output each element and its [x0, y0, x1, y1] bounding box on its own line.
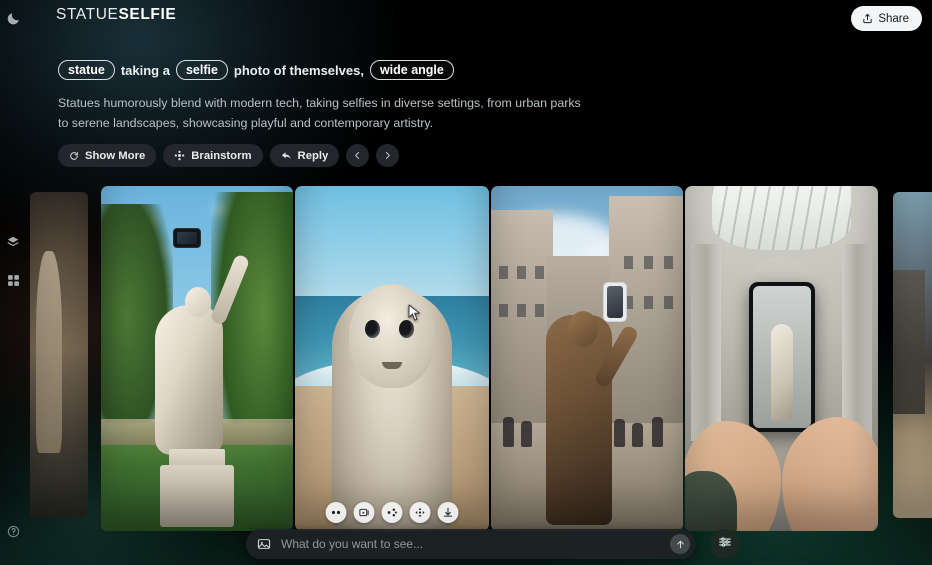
app-root: STATUESELFIE Share statue taking a selfi…: [0, 0, 932, 565]
gallery-item-1[interactable]: [101, 186, 293, 531]
help-question-icon[interactable]: [3, 521, 23, 541]
share-upload-icon: [862, 13, 873, 24]
next-button[interactable]: [376, 144, 399, 167]
gallery-edge-right[interactable]: [893, 192, 932, 518]
prompt-block: statue taking a selfie photo of themselv…: [58, 60, 658, 133]
grid-icon[interactable]: [3, 270, 23, 290]
gallery-item-2[interactable]: [295, 186, 489, 531]
gallery-edge-left[interactable]: [30, 192, 88, 518]
brand-wordmark: STATUESELFIE: [56, 6, 176, 24]
prompt-text-2: photo of themselves,: [228, 64, 370, 77]
download-arrow-icon: [443, 507, 454, 518]
animate-button[interactable]: [354, 502, 375, 523]
settings-button[interactable]: [710, 529, 740, 559]
variations-nodes-icon: [387, 507, 398, 518]
bronze-statue-selfie-city-square: [491, 186, 683, 531]
reply-button[interactable]: Reply: [270, 144, 340, 167]
moon-logo-icon[interactable]: [3, 8, 23, 28]
statue-selfie-beach-fisheye: [295, 186, 489, 531]
prompt-chip-wide-angle[interactable]: wide angle: [370, 60, 454, 80]
next-row-city-street: [893, 192, 932, 518]
image-hover-toolbar: [326, 502, 459, 523]
image-attach-icon[interactable]: [257, 537, 271, 551]
prompt-text-1: taking a: [115, 64, 176, 77]
composer-bar: [246, 529, 696, 559]
prompt-chip-selfie[interactable]: selfie: [176, 60, 228, 80]
brand-light-text: STATUE: [56, 6, 118, 23]
previous-row-statue-gallery: [30, 192, 88, 518]
video-frame-icon: [359, 507, 370, 518]
sliders-icon: [718, 535, 732, 554]
brainstorm-button[interactable]: Brainstorm: [163, 144, 262, 167]
museum-phone-statue-david: [685, 186, 878, 531]
search-input[interactable]: [281, 537, 660, 551]
prev-button[interactable]: [346, 144, 369, 167]
download-button[interactable]: [438, 502, 459, 523]
share-button[interactable]: Share: [851, 6, 922, 31]
gallery-item-3[interactable]: [491, 186, 683, 531]
show-more-label: Show More: [85, 150, 145, 162]
action-bar: Show More Brainstorm Reply: [58, 144, 399, 167]
prompt-chip-statue[interactable]: statue: [58, 60, 115, 80]
chevron-right-icon: [383, 151, 392, 160]
reply-arrow-icon: [281, 150, 292, 161]
prompt-line: statue taking a selfie photo of themselv…: [58, 60, 658, 80]
marble-statue-selfie-park: [101, 186, 293, 531]
page-title: STATUESELFIE: [56, 6, 176, 24]
refresh-icon: [69, 151, 79, 161]
cluster-nodes-icon: [174, 150, 185, 161]
expand-button[interactable]: [410, 502, 431, 523]
share-button-label: Share: [878, 13, 909, 25]
send-button[interactable]: [670, 534, 690, 554]
variations-button[interactable]: [382, 502, 403, 523]
expand-arrows-icon: [415, 507, 426, 518]
brand-bold-text: SELFIE: [118, 6, 176, 23]
brainstorm-label: Brainstorm: [191, 150, 251, 162]
layers-stack-icon[interactable]: [3, 232, 23, 252]
gallery-item-4[interactable]: [685, 186, 878, 531]
quote-icon: [331, 507, 342, 518]
chevron-left-icon: [353, 151, 362, 160]
reply-label: Reply: [298, 150, 329, 162]
left-rail: [0, 0, 26, 565]
show-more-button[interactable]: Show More: [58, 144, 156, 167]
quote-prompt-button[interactable]: [326, 502, 347, 523]
image-gallery: [0, 186, 932, 531]
prompt-description: Statues humorously blend with modern tec…: [58, 93, 588, 133]
